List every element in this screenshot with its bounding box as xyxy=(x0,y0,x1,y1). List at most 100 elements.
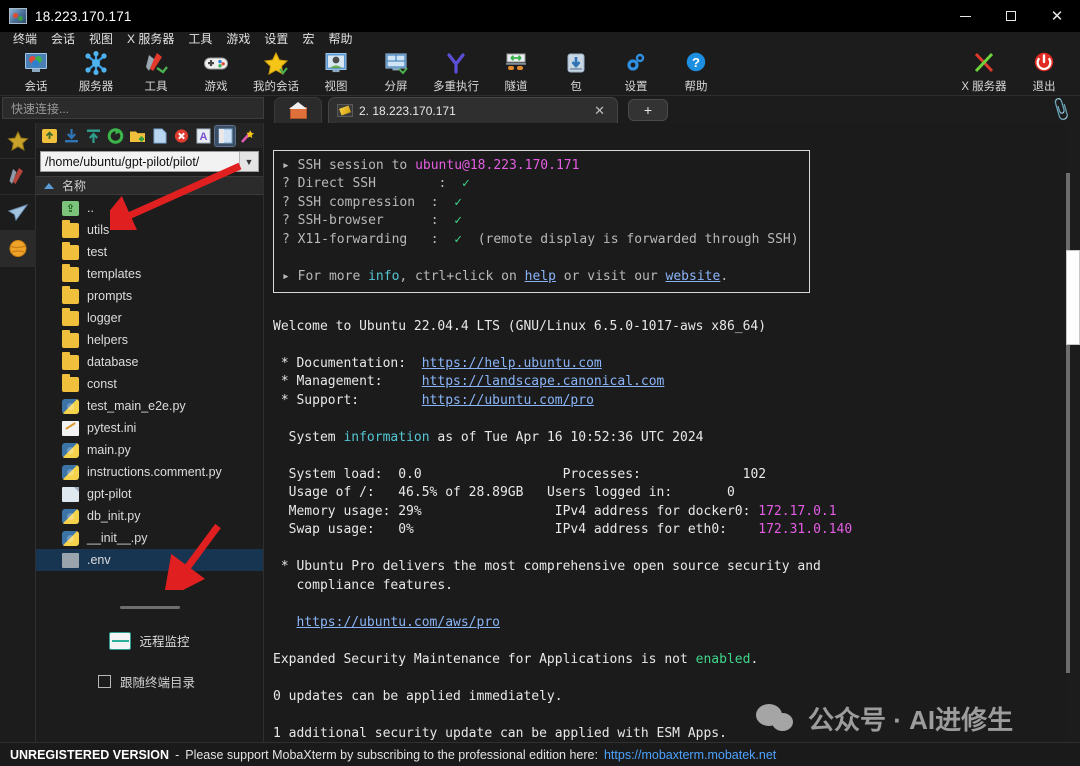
tab-home[interactable] xyxy=(274,97,322,123)
toolbar-multiexec-button[interactable]: 多重执行 xyxy=(426,48,486,94)
toolbar-split-button[interactable]: 分屏 xyxy=(366,48,426,94)
tab-close-icon[interactable]: ✕ xyxy=(590,103,609,119)
toolbar-packages-button[interactable]: 包 xyxy=(546,48,606,94)
sysinfo-post: as of Tue Apr 16 10:52:36 UTC 2024 xyxy=(429,429,704,445)
file-row-main-py[interactable]: main.py xyxy=(36,439,263,461)
download-icon[interactable] xyxy=(61,126,81,146)
panel-resize-handle[interactable] xyxy=(119,606,180,609)
support-link[interactable]: https://ubuntu.com/pro xyxy=(422,393,594,408)
toolbar-tools-button[interactable]: 工具 xyxy=(126,48,186,94)
toolbar-session-button[interactable]: 会话 xyxy=(6,48,66,94)
new-file-icon[interactable] xyxy=(149,126,169,146)
menu-settings[interactable]: 设置 xyxy=(257,32,295,46)
toolbar-my-sessions-button[interactable]: 我的会话 xyxy=(246,48,306,94)
sftp-plane-icon xyxy=(7,204,29,222)
rail-globe[interactable] xyxy=(0,231,36,267)
file-name: db_init.py xyxy=(87,509,141,523)
file-row-test-main-e2e[interactable]: test_main_e2e.py xyxy=(36,395,263,417)
delete-icon[interactable] xyxy=(171,126,191,146)
doc-link[interactable]: https://help.ubuntu.com xyxy=(422,356,602,371)
rail-sftp[interactable] xyxy=(0,195,36,231)
minimize-button[interactable] xyxy=(942,0,988,32)
menu-xserver[interactable]: X 服务器 xyxy=(120,32,181,46)
unregistered-label: UNREGISTERED VERSION xyxy=(10,747,170,762)
folder-icon xyxy=(62,219,79,238)
pro-url-link[interactable]: https://ubuntu.com/aws/pro xyxy=(296,615,500,630)
file-row-init-py[interactable]: __init__.py xyxy=(36,527,263,549)
remote-path-input[interactable] xyxy=(41,154,239,169)
file-row-utils[interactable]: utils xyxy=(36,219,263,241)
file-row-db-init[interactable]: db_init.py xyxy=(36,505,263,527)
toolbar-xserver-button[interactable]: X 服务器 xyxy=(954,48,1014,94)
ssh-check-note-3: (remote display is forwarded through SSH… xyxy=(477,231,799,247)
remote-monitoring-section[interactable]: 远程监控 xyxy=(36,631,263,650)
rail-tools[interactable] xyxy=(0,159,36,195)
toolbar-view-button[interactable]: 视图 xyxy=(306,48,366,94)
menu-sessions[interactable]: 会话 xyxy=(44,32,82,46)
mgmt-link[interactable]: https://landscape.canonical.com xyxy=(422,374,665,389)
stat-left-label-3: Swap usage: xyxy=(273,522,399,537)
tab-session-1[interactable]: 2. 18.223.170.171 ✕ xyxy=(328,97,618,123)
file-list[interactable]: ⇪.. utils test templates prompts logger … xyxy=(36,195,263,590)
file-row-instructions-comment[interactable]: instructions.comment.py xyxy=(36,461,263,483)
folder-icon xyxy=(62,241,79,260)
toolbar-servers-button[interactable]: 服务器 xyxy=(66,48,126,94)
python-file-icon xyxy=(62,442,79,458)
file-column-header[interactable]: 名称 xyxy=(36,176,263,195)
close-button[interactable]: ✕ xyxy=(1034,0,1080,32)
text-mode-icon[interactable]: A xyxy=(193,126,213,146)
split-icon xyxy=(383,51,409,75)
file-row-pytest-ini[interactable]: pytest.ini xyxy=(36,417,263,439)
file-row-env[interactable]: .env xyxy=(36,549,263,571)
scrollbar-thumb[interactable] xyxy=(1066,173,1070,673)
parent-folder-icon[interactable] xyxy=(39,126,59,146)
toolbar-settings-button[interactable]: 设置 xyxy=(606,48,666,94)
toolbar-exit-button[interactable]: 退出 xyxy=(1014,48,1074,94)
follow-terminal-folder-row[interactable]: 跟随终端目录 xyxy=(98,672,263,691)
file-row-logger[interactable]: logger xyxy=(36,307,263,329)
help-link[interactable]: help xyxy=(525,269,556,284)
magic-wand-icon[interactable] xyxy=(237,126,257,146)
tab-session-label: 2. 18.223.170.171 xyxy=(359,103,456,118)
refresh-icon[interactable] xyxy=(105,126,125,146)
monitor-graph-icon xyxy=(109,631,132,650)
website-link[interactable]: website xyxy=(666,269,721,284)
file-row-prompts[interactable]: prompts xyxy=(36,285,263,307)
terminal-output[interactable]: ▸ SSH session to ubuntu@18.223.170.171 ?… xyxy=(265,123,1066,742)
file-row-const[interactable]: const xyxy=(36,373,263,395)
path-dropdown-icon[interactable]: ▼ xyxy=(239,152,258,171)
python-file-icon xyxy=(62,530,79,546)
paperclip-icon[interactable]: 📎 xyxy=(1046,95,1075,124)
upload-icon[interactable] xyxy=(83,126,103,146)
menu-terminal[interactable]: 终端 xyxy=(6,32,44,46)
new-tab-button[interactable]: + xyxy=(628,99,668,121)
toolbar-help-button[interactable]: ? 帮助 xyxy=(666,48,726,94)
follow-terminal-checkbox[interactable] xyxy=(98,675,111,688)
menu-view[interactable]: 视图 xyxy=(82,32,120,46)
maximize-button[interactable] xyxy=(988,0,1034,32)
rail-bookmarks[interactable] xyxy=(0,123,36,159)
new-folder-icon[interactable] xyxy=(127,126,147,146)
file-row-parent[interactable]: ⇪.. xyxy=(36,197,263,219)
stat-right-label-2: IPv4 address for docker0: xyxy=(554,503,759,519)
file-name: const xyxy=(87,377,117,391)
menu-help[interactable]: 帮助 xyxy=(321,32,359,46)
terminal-scrollbar[interactable] xyxy=(1066,123,1070,742)
menu-tools[interactable]: 工具 xyxy=(181,32,219,46)
file-row-templates[interactable]: templates xyxy=(36,263,263,285)
toolbar-tunneling-button[interactable]: 隧道 xyxy=(486,48,546,94)
menu-games[interactable]: 游戏 xyxy=(219,32,257,46)
document-file-icon xyxy=(62,486,79,502)
panel-toggle-icon[interactable] xyxy=(214,124,236,147)
file-row-database[interactable]: database xyxy=(36,351,263,373)
toolbar-games-button[interactable]: 游戏 xyxy=(186,48,246,94)
file-row-helpers[interactable]: helpers xyxy=(36,329,263,351)
menu-macros[interactable]: 宏 xyxy=(295,32,321,46)
quick-connect-field[interactable]: 快速连接... xyxy=(2,97,264,119)
file-row-test[interactable]: test xyxy=(36,241,263,263)
file-row-gpt-pilot[interactable]: gpt-pilot xyxy=(36,483,263,505)
mobaxterm-link[interactable]: https://mobaxterm.mobatek.net xyxy=(604,748,776,762)
generic-file-icon xyxy=(62,552,79,568)
remote-path-bar[interactable]: ▼ xyxy=(40,151,259,172)
